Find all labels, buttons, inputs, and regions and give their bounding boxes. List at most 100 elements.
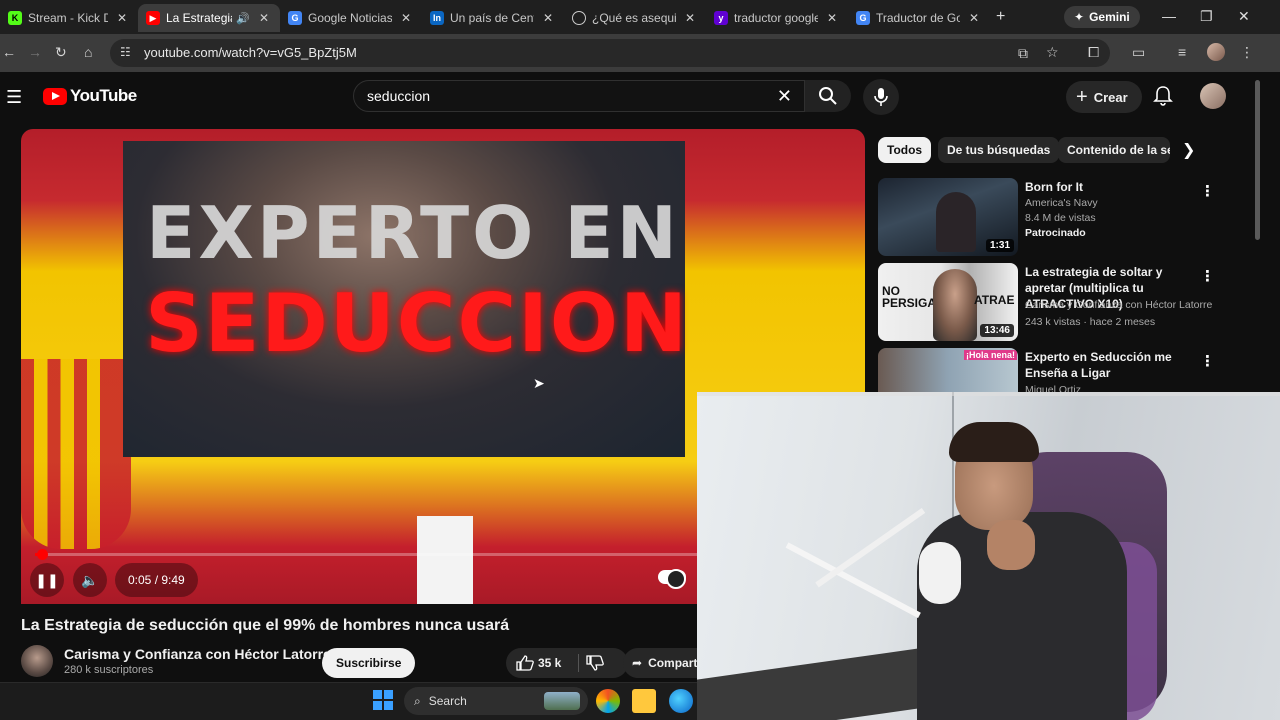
mouse-cursor-icon: ➤: [533, 375, 545, 391]
kick-favicon-icon: K: [8, 11, 22, 25]
edge-browser-icon[interactable]: [669, 689, 693, 713]
more-menu-icon[interactable]: ⋮: [1240, 44, 1254, 61]
windows-start-icon[interactable]: [373, 690, 393, 710]
chip-todos[interactable]: Todos: [878, 137, 932, 163]
thumbs-down-icon[interactable]: [586, 655, 604, 671]
mic-arm: [785, 542, 921, 619]
back-icon[interactable]: ←: [2, 44, 16, 60]
chevron-right-icon[interactable]: ❯: [1182, 140, 1195, 160]
share-button[interactable]: ➦ Compartir: [623, 648, 703, 678]
search-button[interactable]: [805, 80, 851, 112]
thumbs-up-icon[interactable]: [516, 655, 534, 671]
channel-avatar[interactable]: [21, 645, 53, 677]
url-text[interactable]: youtube.com/watch?v=vG5_BpZtj5M: [144, 45, 357, 60]
tab-chatgpt[interactable]: ¿Qué es asequibilid ✕: [564, 4, 706, 32]
close-icon[interactable]: ✕: [256, 11, 272, 25]
recommendation-item[interactable]: ¡Hola nena! Experto en Seducción me Ense…: [878, 348, 1248, 392]
close-icon[interactable]: ✕: [682, 11, 698, 25]
create-button[interactable]: + Crear: [1066, 81, 1142, 113]
tab-search-icon[interactable]: ▭: [1132, 44, 1145, 61]
tab-google-translate[interactable]: G Traductor de Goog ✕: [848, 4, 990, 32]
scrollbar-thumb[interactable]: [1255, 80, 1260, 240]
youtube-logo[interactable]: YouTube: [43, 86, 137, 106]
tab-yahoo[interactable]: y traductor google - ✕: [706, 4, 848, 32]
media-control-icon[interactable]: ≡: [1178, 44, 1186, 60]
tab-youtube[interactable]: ▶ La Estrategia d 🔊 ✕: [138, 4, 280, 32]
recommendation-channel[interactable]: Miguel Ortiz: [1025, 384, 1081, 392]
bookmark-star-icon[interactable]: ☆: [1046, 44, 1059, 61]
linkedin-favicon-icon: In: [430, 11, 444, 25]
video-title: La Estrategia de seducción que el 99% de…: [21, 617, 510, 634]
close-icon[interactable]: ✕: [824, 11, 840, 25]
browser-tab-strip: K Stream - Kick Dash ✕ ▶ La Estrategia d…: [0, 0, 1280, 34]
subscriber-count: 280 k suscriptores: [64, 664, 154, 676]
address-bar[interactable]: ☷ youtube.com/watch?v=vG5_BpZtj5M ⧉ ☆: [110, 39, 1110, 67]
recommendation-views: 243 k vistas · hace 2 meses: [1025, 316, 1156, 328]
like-count[interactable]: 35 k: [538, 656, 561, 670]
volume-button[interactable]: 🔈: [73, 563, 107, 597]
extensions-icon[interactable]: ⧠: [1088, 44, 1099, 61]
video-thumbnail[interactable]: ¡Hola nena!: [878, 348, 1018, 392]
taskbar-search-label: Search: [428, 694, 467, 708]
recommendation-title[interactable]: Born for It: [1025, 179, 1205, 195]
youtube-header: ☰ YouTube seduccion ✕ + Crear: [0, 72, 1262, 122]
studio-microphone: [919, 542, 961, 604]
thumbnail-text: ¡Hola nena!: [964, 350, 1018, 360]
channel-name[interactable]: Carisma y Confianza con Héctor Latorre: [64, 646, 331, 662]
notifications-bell-icon[interactable]: [1153, 85, 1173, 107]
video-overlay-text-line2: SEDUCCION: [145, 277, 689, 370]
cast-icon[interactable]: ⧉: [1018, 45, 1028, 62]
close-icon[interactable]: ✕: [114, 11, 130, 25]
autoplay-toggle[interactable]: [658, 569, 686, 589]
recommendation-title[interactable]: Experto en Seducción me Enseña a Ligar: [1025, 349, 1205, 381]
webcam-top-edge: [697, 392, 1280, 396]
close-icon[interactable]: ✕: [540, 11, 556, 25]
like-divider: [578, 654, 579, 672]
recommendation-item[interactable]: NO PERSIGAS ATRAE 13:46 La estrategia de…: [878, 263, 1248, 343]
reload-icon[interactable]: ↻: [55, 44, 67, 61]
gemini-button[interactable]: ✦ Gemini: [1064, 6, 1140, 28]
close-icon[interactable]: ✕: [966, 11, 982, 25]
account-avatar[interactable]: [1200, 83, 1226, 109]
tab-title: La Estrategia d: [166, 11, 233, 25]
recommendation-item[interactable]: 1:31 Born for It America's Navy 8.4 M de…: [878, 178, 1248, 258]
voice-search-button[interactable]: [863, 79, 899, 115]
chip-de-tus-busquedas[interactable]: De tus búsquedas: [938, 137, 1060, 163]
recommendation-channel[interactable]: America's Navy: [1025, 197, 1098, 209]
forward-icon[interactable]: →: [28, 44, 42, 60]
video-thumbnail[interactable]: NO PERSIGAS ATRAE 13:46: [878, 263, 1018, 341]
close-icon[interactable]: ✕: [398, 11, 414, 25]
recommendation-channel[interactable]: Carisma y Confianza con Héctor Latorre: [1025, 299, 1212, 311]
subscribe-button[interactable]: Suscribirse: [322, 648, 416, 678]
pause-button[interactable]: ❚❚: [30, 563, 64, 597]
hamburger-menu-icon[interactable]: ☰: [6, 87, 22, 108]
tab-title: Google Noticias - I: [308, 11, 392, 25]
video-thumbnail[interactable]: 1:31: [878, 178, 1018, 256]
microphone-icon: [874, 88, 888, 106]
new-tab-button[interactable]: +: [996, 8, 1005, 26]
home-icon[interactable]: ⌂: [84, 44, 92, 60]
video-scrubber-handle[interactable]: [37, 549, 48, 560]
browser-profile-avatar[interactable]: [1207, 43, 1225, 61]
speaker-icon[interactable]: 🔊: [236, 12, 250, 25]
flag-coat-of-arms-graphic: [21, 359, 131, 549]
tab-linkedin[interactable]: In Un país de Centro ✕: [422, 4, 564, 32]
chip-contenido[interactable]: Contenido de la ser: [1058, 137, 1170, 163]
video-duration: 1:31: [985, 239, 1014, 252]
minimize-icon[interactable]: —: [1162, 8, 1176, 24]
tab-kick[interactable]: K Stream - Kick Dash ✕: [0, 4, 138, 32]
window-close-icon[interactable]: ✕: [1238, 8, 1250, 25]
search-input[interactable]: seduccion ✕: [353, 80, 805, 112]
more-options-icon[interactable]: ⋮: [1200, 182, 1215, 200]
copilot-icon[interactable]: [596, 689, 620, 713]
more-options-icon[interactable]: ⋮: [1200, 352, 1215, 370]
clear-search-icon[interactable]: ✕: [777, 86, 792, 107]
restore-icon[interactable]: ❐: [1200, 8, 1213, 25]
search-query[interactable]: seduccion: [367, 88, 430, 104]
file-explorer-icon[interactable]: [632, 689, 656, 713]
video-overlay-text-line1: EXPERTO EN: [146, 191, 680, 275]
more-options-icon[interactable]: ⋮: [1200, 267, 1215, 285]
site-info-icon[interactable]: ☷: [120, 45, 131, 59]
tab-google-news[interactable]: G Google Noticias - I ✕: [280, 4, 422, 32]
taskbar-search[interactable]: ⌕ Search: [404, 687, 588, 715]
